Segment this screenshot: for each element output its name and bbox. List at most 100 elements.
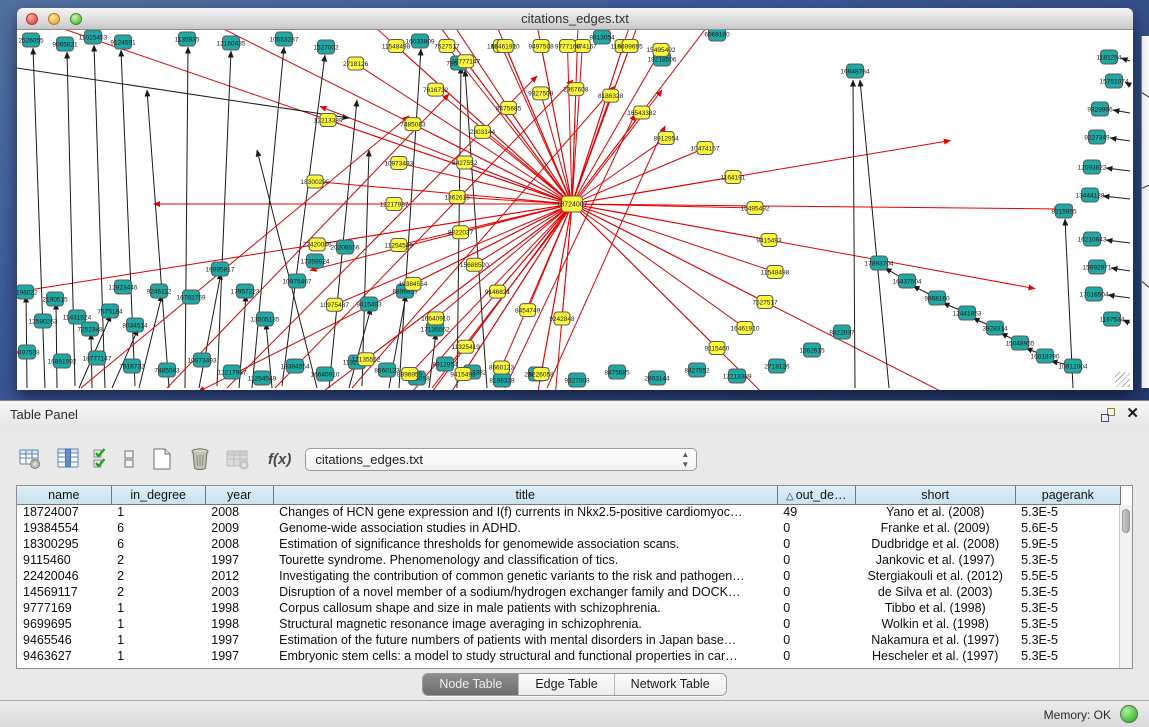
- table-cell[interactable]: 49: [777, 504, 855, 520]
- close-panel-icon[interactable]: ✕: [1126, 405, 1139, 423]
- graph-edge[interactable]: [572, 204, 775, 272]
- graph-edge[interactable]: [1111, 268, 1130, 271]
- table-cell[interactable]: 0: [777, 584, 855, 600]
- graph-edge[interactable]: [317, 204, 572, 244]
- graph-edge[interactable]: [1103, 196, 1130, 199]
- table-cell[interactable]: 1998: [205, 616, 273, 632]
- table-row[interactable]: 1830029562008Estimation of significance …: [17, 536, 1121, 552]
- tab-network-table[interactable]: Network Table: [615, 674, 726, 695]
- table-cell[interactable]: 0: [777, 616, 855, 632]
- graph-edge[interactable]: [1113, 110, 1130, 113]
- table-cell[interactable]: Disruption of a novel member of a sodium…: [273, 584, 777, 600]
- graph-edge[interactable]: [121, 50, 135, 386]
- table-cell[interactable]: 9777169: [17, 600, 111, 616]
- table-cell[interactable]: Stergiakouli et al. (2012): [855, 568, 1015, 584]
- graph-edge[interactable]: [17, 30, 572, 204]
- column-header-title[interactable]: title: [273, 486, 777, 504]
- table-settings-icon[interactable]: [16, 445, 44, 473]
- graph-edge[interactable]: [399, 49, 421, 388]
- table-cell[interactable]: 5.3E-5: [1015, 552, 1120, 568]
- graph-edge[interactable]: [541, 204, 572, 374]
- table-cell[interactable]: 1997: [205, 552, 273, 568]
- table-row[interactable]: 1872400712008Changes of HCN gene express…: [17, 504, 1121, 520]
- table-cell[interactable]: Dudbridge et al. (2008): [855, 536, 1015, 552]
- select-columns-icon[interactable]: [54, 445, 82, 473]
- graph-edge[interactable]: [67, 52, 75, 386]
- graph-edge[interactable]: [185, 47, 188, 388]
- table-cell[interactable]: 5.6E-5: [1015, 520, 1120, 536]
- network-window-titlebar[interactable]: citations_edges.txt: [17, 8, 1133, 30]
- table-cell[interactable]: 2: [111, 552, 205, 568]
- graph-edge[interactable]: [1106, 168, 1130, 171]
- table-cell[interactable]: 0: [777, 536, 855, 552]
- table-cell[interactable]: Changes of HCN gene expression and I(f) …: [273, 504, 777, 520]
- table-cell[interactable]: 0: [777, 632, 855, 648]
- column-header-short[interactable]: short: [855, 486, 1015, 504]
- table-cell[interactable]: de Silva et al. (2003): [855, 584, 1015, 600]
- table-cell[interactable]: Embryonic stem cells: a model to study s…: [273, 648, 777, 664]
- graph-edge[interactable]: [860, 80, 889, 388]
- table-cell[interactable]: 2008: [205, 536, 273, 552]
- table-cell[interactable]: Tibbo et al. (1998): [855, 600, 1015, 616]
- graph-edge[interactable]: [567, 46, 572, 204]
- graph-edge[interactable]: [1121, 58, 1130, 61]
- table-cell[interactable]: 0: [777, 568, 855, 584]
- table-cell[interactable]: Nakamura et al. (1997): [855, 632, 1015, 648]
- tab-node-table[interactable]: Node Table: [423, 674, 519, 695]
- table-row[interactable]: 911546021997Tourette syndrome. Phenomeno…: [17, 552, 1121, 568]
- tab-edge-table[interactable]: Edge Table: [519, 674, 614, 695]
- table-cell[interactable]: 5.9E-5: [1015, 536, 1120, 552]
- table-cell[interactable]: 5.3E-5: [1015, 584, 1120, 600]
- column-header-year[interactable]: year: [205, 486, 273, 504]
- graph-edge[interactable]: [349, 308, 371, 388]
- table-cell[interactable]: Hescheler et al. (1997): [855, 648, 1015, 664]
- table-cell[interactable]: 9463627: [17, 648, 111, 664]
- network-canvas[interactable]: 2526055906582111015453912459111359351216…: [17, 30, 1133, 390]
- table-cell[interactable]: 1997: [205, 648, 273, 664]
- graph-edge[interactable]: [562, 204, 572, 319]
- graph-edge[interactable]: [1106, 240, 1130, 243]
- table-cell[interactable]: Estimation of significance thresholds fo…: [273, 536, 777, 552]
- graph-edge[interactable]: [572, 148, 705, 204]
- graph-edge[interactable]: [501, 204, 572, 367]
- graph-edge[interactable]: [217, 51, 231, 386]
- graph-edge[interactable]: [572, 204, 765, 302]
- table-cell[interactable]: Franke et al. (2009): [855, 520, 1015, 536]
- table-cell[interactable]: Jankovic et al. (1997): [855, 552, 1015, 568]
- graph-edge[interactable]: [497, 204, 572, 292]
- graph-edge[interactable]: [572, 204, 717, 348]
- table-row[interactable]: 977716911998Corpus callosum shape and si…: [17, 600, 1121, 616]
- delete-table-icon[interactable]: [186, 445, 214, 473]
- graph-edge[interactable]: [505, 114, 635, 388]
- graph-edge[interactable]: [413, 204, 572, 284]
- graph-edge[interactable]: [505, 46, 572, 204]
- table-cell[interactable]: 5.3E-5: [1015, 504, 1120, 520]
- table-scrollbar[interactable]: [1119, 505, 1132, 668]
- table-cell[interactable]: 0: [777, 648, 855, 664]
- table-cell[interactable]: 1: [111, 616, 205, 632]
- graph-edge[interactable]: [572, 204, 913, 390]
- table-cell[interactable]: Wolkin et al. (1998): [855, 616, 1015, 632]
- table-cell[interactable]: 1997: [205, 632, 273, 648]
- table-cell[interactable]: 18300295: [17, 536, 111, 552]
- table-row[interactable]: 946362711997Embryonic stem cells: a mode…: [17, 648, 1121, 664]
- table-cell[interactable]: 22420046: [17, 568, 111, 584]
- table-cell[interactable]: 19384554: [17, 520, 111, 536]
- graph-edge[interactable]: [94, 45, 105, 388]
- table-cell[interactable]: Investigating the contribution of common…: [273, 568, 777, 584]
- column-header-in_degree[interactable]: in_degree: [111, 486, 205, 504]
- table-cell[interactable]: 0: [777, 520, 855, 536]
- select-rows-icon[interactable]: [92, 445, 110, 473]
- scrollbar-thumb[interactable]: [1122, 509, 1130, 533]
- table-cell[interactable]: 5.3E-5: [1015, 648, 1120, 664]
- table-cell[interactable]: Corpus callosum shape and size in male p…: [273, 600, 777, 616]
- graph-edge[interactable]: [17, 68, 349, 118]
- table-cell[interactable]: 1: [111, 504, 205, 520]
- import-table-icon[interactable]: [224, 445, 252, 473]
- table-cell[interactable]: 0: [777, 552, 855, 568]
- table-cell[interactable]: 2: [111, 584, 205, 600]
- table-cell[interactable]: 1: [111, 648, 205, 664]
- memory-status-icon[interactable]: [1120, 705, 1138, 723]
- graph-edge[interactable]: [853, 80, 855, 388]
- graph-edge[interactable]: [227, 76, 537, 388]
